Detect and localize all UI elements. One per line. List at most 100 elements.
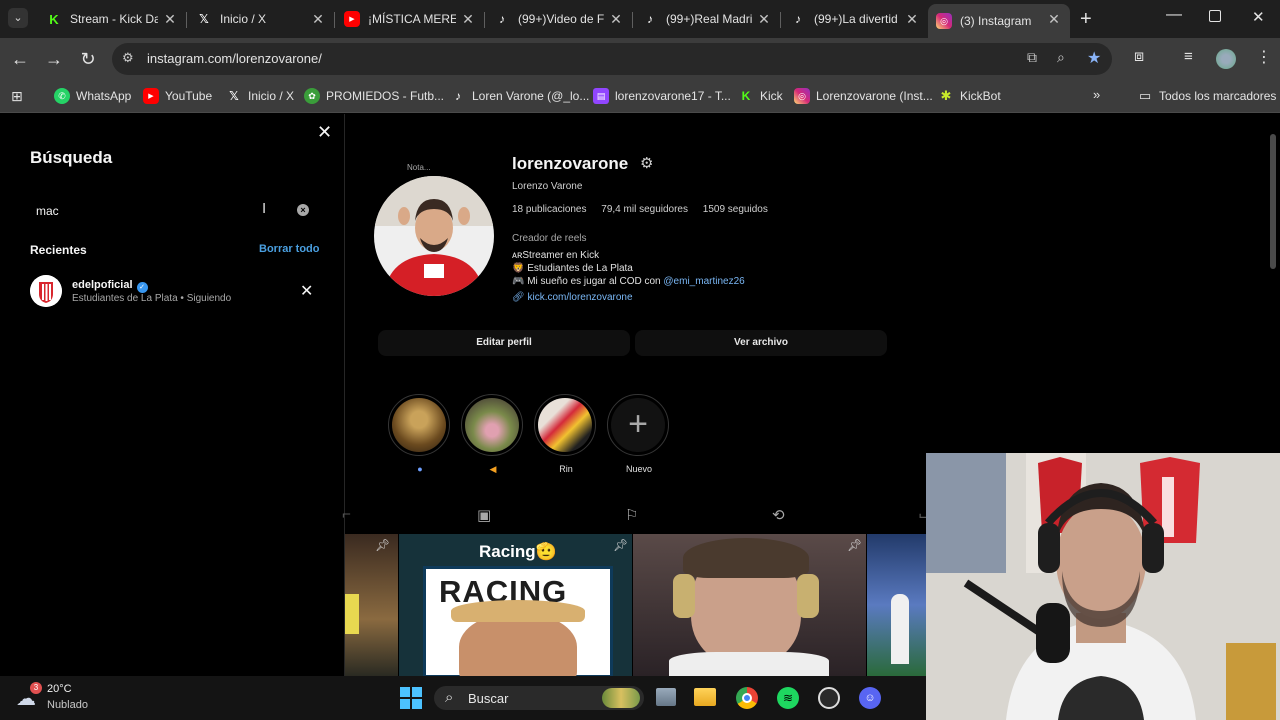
profile-full-name: Lorenzo Varone bbox=[512, 181, 583, 192]
profile-avatar[interactable] bbox=[1216, 49, 1236, 69]
bookmark-promiedos[interactable]: ✿ PROMIEDOS - Futb... bbox=[304, 86, 444, 106]
note-bubble[interactable]: Nota... bbox=[407, 163, 431, 172]
task-view-icon[interactable] bbox=[656, 688, 676, 706]
forward-button[interactable]: → bbox=[42, 47, 66, 71]
minimize-button[interactable]: — bbox=[1166, 6, 1182, 24]
highlight-cover bbox=[538, 398, 592, 452]
bookmark-whatsapp[interactable]: ✆ WhatsApp bbox=[54, 86, 131, 106]
menu-icon[interactable]: ⋮ bbox=[1256, 47, 1272, 67]
close-icon[interactable]: ✕ bbox=[1046, 11, 1062, 28]
highlight-item[interactable]: Rin bbox=[534, 394, 598, 474]
close-icon[interactable]: ✕ bbox=[608, 11, 624, 28]
taskbar-search[interactable]: ⌕ Buscar bbox=[434, 686, 644, 710]
tab-kick-stream[interactable]: K Stream - Kick Da ✕ bbox=[38, 4, 186, 34]
profile-username: lorenzovarone bbox=[512, 154, 629, 173]
weather-temperature[interactable]: 20°C bbox=[47, 683, 72, 695]
profile-avatar[interactable] bbox=[374, 176, 494, 296]
media-control-icon[interactable]: ≡ bbox=[1184, 48, 1193, 65]
recent-item-subtitle: Estudiantes de La Plata • Siguiendo bbox=[72, 293, 232, 304]
tiktok-icon: ♪ bbox=[499, 12, 505, 26]
tab-left-edge-icon[interactable]: ⌐ bbox=[342, 506, 351, 523]
tab-youtube[interactable]: ▶ ¡MÍSTICA MERE ✕ bbox=[336, 4, 484, 34]
edit-profile-button[interactable]: Editar perfil bbox=[378, 330, 630, 356]
apps-grid-icon[interactable]: ⊞ bbox=[11, 88, 23, 105]
close-icon[interactable]: ✕ bbox=[162, 11, 178, 28]
mention-link[interactable]: @emi_martinez26 bbox=[663, 276, 744, 287]
tab-instagram[interactable]: ◎ (3) Instagram ✕ bbox=[928, 4, 1070, 38]
followers-count[interactable]: 79,4 mil seguidores bbox=[601, 204, 688, 215]
bio-link[interactable]: 🔗︎ kick.com/lorenzovarone bbox=[512, 292, 633, 303]
page-scrollbar[interactable] bbox=[1270, 134, 1276, 269]
more-bookmarks-icon[interactable]: » bbox=[1093, 87, 1100, 102]
bookmark-kickbot[interactable]: ✱ KickBot bbox=[938, 86, 1001, 106]
bookmark-star-icon[interactable]: ★ bbox=[1087, 48, 1101, 68]
new-tab-button[interactable]: + bbox=[1080, 8, 1092, 31]
view-archive-button[interactable]: Ver archivo bbox=[635, 330, 887, 356]
bio-line: ᴀʀStreamer en Kick bbox=[512, 250, 600, 261]
search-input-value[interactable]: mac bbox=[36, 204, 59, 218]
remove-recent-icon[interactable]: ✕ bbox=[300, 281, 313, 301]
extensions-icon[interactable]: ⧈ bbox=[1134, 48, 1144, 66]
youtube-icon: ▶ bbox=[143, 88, 159, 104]
tab-tiktok-divertida[interactable]: ♪ (99+)La divertid ✕ bbox=[782, 4, 928, 34]
highlight-cover bbox=[392, 398, 446, 452]
close-icon[interactable]: ✕ bbox=[310, 11, 326, 28]
restore-button[interactable] bbox=[1209, 10, 1221, 22]
zoom-icon[interactable]: ⌕ bbox=[1057, 49, 1065, 66]
posts-count: 18 publicaciones bbox=[512, 204, 587, 215]
all-bookmarks-folder[interactable]: ▭ Todos los marcadores bbox=[1137, 86, 1277, 106]
spotify-icon[interactable]: ≋ bbox=[777, 687, 799, 709]
tab-saved-icon[interactable]: ⚐ bbox=[625, 506, 638, 524]
bookmark-x[interactable]: 𝕏 Inicio / X bbox=[226, 86, 294, 106]
tab-tagged-icon[interactable]: ⟲ bbox=[772, 506, 785, 524]
url-text[interactable]: instagram.com/lorenzovarone/ bbox=[147, 51, 322, 66]
obs-icon[interactable] bbox=[818, 687, 840, 709]
tab-tiktok-real-madrid[interactable]: ♪ (99+)Real Madri ✕ bbox=[634, 4, 780, 34]
bookmark-instagram[interactable]: ◎ Lorenzovarone (Inst... bbox=[794, 86, 933, 106]
clear-all-link[interactable]: Borrar todo bbox=[259, 243, 320, 255]
install-app-icon[interactable]: ⧉ bbox=[1027, 49, 1037, 66]
back-button[interactable]: ← bbox=[8, 47, 32, 71]
bookmark-youtube[interactable]: ▶ YouTube bbox=[143, 86, 212, 106]
file-explorer-icon[interactable] bbox=[694, 688, 716, 706]
search-input[interactable]: mac × bbox=[24, 196, 320, 224]
settings-gear-icon[interactable]: ⚙ bbox=[640, 154, 653, 172]
twitch-icon: ▤ bbox=[593, 88, 609, 104]
post-thumbnail[interactable]: 📌︎ Racing🫡 RACING bbox=[399, 534, 632, 676]
following-count[interactable]: 1509 seguidos bbox=[703, 204, 768, 215]
search-highlight-icon bbox=[602, 688, 640, 708]
weather-description[interactable]: Nublado bbox=[47, 699, 88, 711]
tab-search-button[interactable]: ⌄ bbox=[8, 8, 28, 28]
highlight-item[interactable]: ● bbox=[388, 394, 452, 474]
close-icon[interactable]: ✕ bbox=[460, 11, 476, 28]
address-bar[interactable]: ⚙ instagram.com/lorenzovarone/ ⧉ ⌕ ★ bbox=[112, 43, 1112, 75]
verified-badge-icon: ✓ bbox=[136, 282, 148, 293]
plus-icon: + bbox=[611, 398, 665, 452]
tab-reels-icon[interactable]: ▣ bbox=[477, 506, 491, 524]
highlight-item[interactable]: ◀ bbox=[461, 394, 525, 474]
link-icon: 🔗︎ bbox=[512, 292, 528, 303]
highlight-label: Rin bbox=[559, 464, 573, 474]
new-highlight-button[interactable]: + Nuevo bbox=[607, 394, 671, 474]
bookmark-kick[interactable]: K Kick bbox=[738, 86, 783, 106]
profile-stats: 18 publicaciones 79,4 mil seguidores 150… bbox=[512, 204, 780, 215]
post-thumbnail[interactable]: 📌︎ bbox=[345, 534, 398, 676]
post-thumbnail[interactable] bbox=[867, 534, 926, 676]
reload-button[interactable]: ↻ bbox=[76, 47, 100, 71]
window-close-button[interactable]: ✕ bbox=[1252, 8, 1265, 26]
site-info-icon[interactable]: ⚙ bbox=[122, 50, 134, 66]
bookmark-twitch[interactable]: ▤ lorenzovarone17 - T... bbox=[593, 86, 731, 106]
close-icon[interactable]: ✕ bbox=[756, 11, 772, 28]
post-thumbnail[interactable]: 📌︎ bbox=[633, 534, 866, 676]
bookmark-tiktok-loren[interactable]: ♪ Loren Varone (@_lo... bbox=[450, 86, 589, 106]
recent-search-item[interactable]: edelpoficial ✓ Estudiantes de La Plata • … bbox=[30, 275, 320, 309]
tab-x-inicio[interactable]: 𝕏 Inicio / X ✕ bbox=[188, 4, 334, 34]
close-icon[interactable]: ✕ bbox=[317, 122, 332, 143]
windows-start-icon[interactable] bbox=[400, 687, 422, 709]
clear-search-icon[interactable]: × bbox=[297, 204, 309, 216]
tiktok-icon: ♪ bbox=[455, 89, 461, 103]
discord-icon[interactable]: ☺ bbox=[859, 687, 881, 709]
chrome-icon[interactable] bbox=[736, 687, 758, 709]
close-icon[interactable]: ✕ bbox=[904, 11, 920, 28]
tab-tiktok-video[interactable]: ♪ (99+)Video de F ✕ bbox=[486, 4, 632, 34]
